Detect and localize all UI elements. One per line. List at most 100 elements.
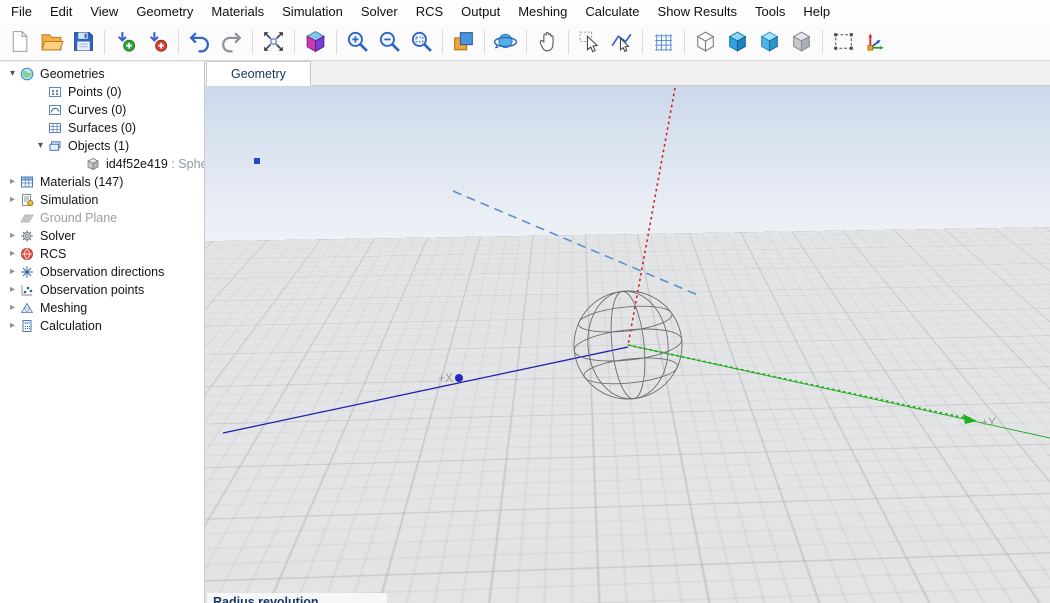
- menu-item-tools[interactable]: Tools: [746, 0, 794, 23]
- y-axis: [628, 345, 965, 418]
- selection-box-button[interactable]: [828, 26, 859, 57]
- tree-item-sphere-object[interactable]: id4f52e419 : Sphere: [0, 155, 204, 173]
- layers-button[interactable]: [448, 26, 479, 57]
- viewport-3d[interactable]: +Y +X Radius revolution: [205, 86, 1050, 603]
- zoom-window-icon: [409, 29, 434, 54]
- grid-icon: [651, 29, 676, 54]
- tab-geometry-label: Geometry: [231, 67, 286, 81]
- menu-item-simulation[interactable]: Simulation: [273, 0, 352, 23]
- toolbar-separator: [684, 30, 685, 54]
- solver-icon: [20, 229, 35, 243]
- tab-strip: Geometry: [205, 61, 1050, 86]
- tree-item-solver[interactable]: Solver: [0, 227, 204, 245]
- menu-item-show-results[interactable]: Show Results: [649, 0, 746, 23]
- viewport-overlay: +Y +X: [205, 86, 1050, 603]
- chevron-down-icon[interactable]: [6, 65, 19, 83]
- tree-item-materials[interactable]: Materials (147): [0, 173, 204, 191]
- bottom-clipped-text: Radius revolution: [213, 593, 381, 603]
- redo-button[interactable]: [216, 26, 247, 57]
- x-axis-point[interactable]: [455, 374, 463, 382]
- materials-icon: [20, 175, 35, 189]
- open-file-button[interactable]: [36, 26, 67, 57]
- import-add-green-button[interactable]: [110, 26, 141, 57]
- select-edges-button[interactable]: [606, 26, 637, 57]
- toolbar-separator: [568, 30, 569, 54]
- undo-button[interactable]: [184, 26, 215, 57]
- tree-item-rcs[interactable]: RCS: [0, 245, 204, 263]
- tree-item-calculation[interactable]: Calculation: [0, 317, 204, 335]
- tree-item-observation-directions[interactable]: Observation directions: [0, 263, 204, 281]
- menu-item-rcs[interactable]: RCS: [407, 0, 452, 23]
- toolbar-separator: [822, 30, 823, 54]
- chevron-right-icon[interactable]: [6, 173, 19, 191]
- tree-item-objects[interactable]: Objects (1): [0, 137, 204, 155]
- tree-item-points[interactable]: Points (0): [0, 83, 204, 101]
- smooth-shaded-view-button[interactable]: [754, 26, 785, 57]
- tree-item-meshing[interactable]: Meshing: [0, 299, 204, 317]
- chevron-right-icon[interactable]: [6, 299, 19, 317]
- tree-item-geometries[interactable]: Geometries: [0, 65, 204, 83]
- toolbar-separator: [442, 30, 443, 54]
- chevron-right-icon[interactable]: [6, 227, 19, 245]
- geometries-icon: [20, 67, 35, 81]
- new-file-button[interactable]: [4, 26, 35, 57]
- menu-item-materials[interactable]: Materials: [202, 0, 273, 23]
- pan-hand-icon: [535, 29, 560, 54]
- tree-item-simulation[interactable]: Simulation: [0, 191, 204, 209]
- toolbar-separator: [484, 30, 485, 54]
- menu-item-help[interactable]: Help: [794, 0, 839, 23]
- ground-plane-icon: [20, 211, 35, 225]
- axes-triad-button[interactable]: [860, 26, 891, 57]
- import-add-red-button[interactable]: [142, 26, 173, 57]
- shaded-view-button[interactable]: [722, 26, 753, 57]
- chevron-right-icon[interactable]: [6, 245, 19, 263]
- select-cursor-icon: [577, 29, 602, 54]
- bottom-clipped-panel: Radius revolution: [207, 593, 387, 603]
- menu-item-calculate[interactable]: Calculate: [576, 0, 648, 23]
- wireframe-view-button[interactable]: [690, 26, 721, 57]
- select-edges-icon: [609, 29, 634, 54]
- tree-item-ground-plane[interactable]: Ground Plane: [0, 209, 204, 227]
- zoom-out-icon: [377, 29, 402, 54]
- menu-item-solver[interactable]: Solver: [352, 0, 407, 23]
- fit-view-button[interactable]: [258, 26, 289, 57]
- save-icon: [71, 29, 96, 54]
- tree-item-observation-points[interactable]: Observation points: [0, 281, 204, 299]
- zoom-window-button[interactable]: [406, 26, 437, 57]
- menu-item-file[interactable]: File: [2, 0, 41, 23]
- tree-item-surfaces[interactable]: Surfaces (0): [0, 119, 204, 137]
- menu-item-meshing[interactable]: Meshing: [509, 0, 576, 23]
- surfaces-icon: [48, 121, 63, 135]
- points-icon: [48, 85, 63, 99]
- select-button[interactable]: [574, 26, 605, 57]
- tree-item-curves[interactable]: Curves (0): [0, 101, 204, 119]
- hidden-line-view-button[interactable]: [786, 26, 817, 57]
- dashed-construction-line: [453, 191, 700, 296]
- view-cube-colored-button[interactable]: [300, 26, 331, 57]
- save-button[interactable]: [68, 26, 99, 57]
- toolbar-separator: [252, 30, 253, 54]
- axes-triad-icon: [863, 29, 888, 54]
- fit-view-icon: [261, 29, 286, 54]
- grid-button[interactable]: [648, 26, 679, 57]
- curves-icon: [48, 103, 63, 117]
- menu-item-output[interactable]: Output: [452, 0, 509, 23]
- point-marker[interactable]: [254, 158, 260, 164]
- chevron-right-icon[interactable]: [6, 191, 19, 209]
- chevron-down-icon[interactable]: [34, 137, 47, 155]
- menu-item-view[interactable]: View: [81, 0, 127, 23]
- chevron-right-icon[interactable]: [6, 281, 19, 299]
- chevron-right-icon[interactable]: [6, 317, 19, 335]
- zoom-in-button[interactable]: [342, 26, 373, 57]
- pan-button[interactable]: [532, 26, 563, 57]
- menu-item-edit[interactable]: Edit: [41, 0, 81, 23]
- tab-geometry[interactable]: Geometry: [206, 61, 311, 86]
- chevron-right-icon[interactable]: [6, 263, 19, 281]
- zoom-out-button[interactable]: [374, 26, 405, 57]
- redo-icon: [219, 29, 244, 54]
- orbit-button[interactable]: [490, 26, 521, 57]
- add-red-icon: [145, 29, 170, 54]
- menu-item-geometry[interactable]: Geometry: [127, 0, 202, 23]
- toolbar: [0, 23, 1050, 61]
- toolbar-separator: [336, 30, 337, 54]
